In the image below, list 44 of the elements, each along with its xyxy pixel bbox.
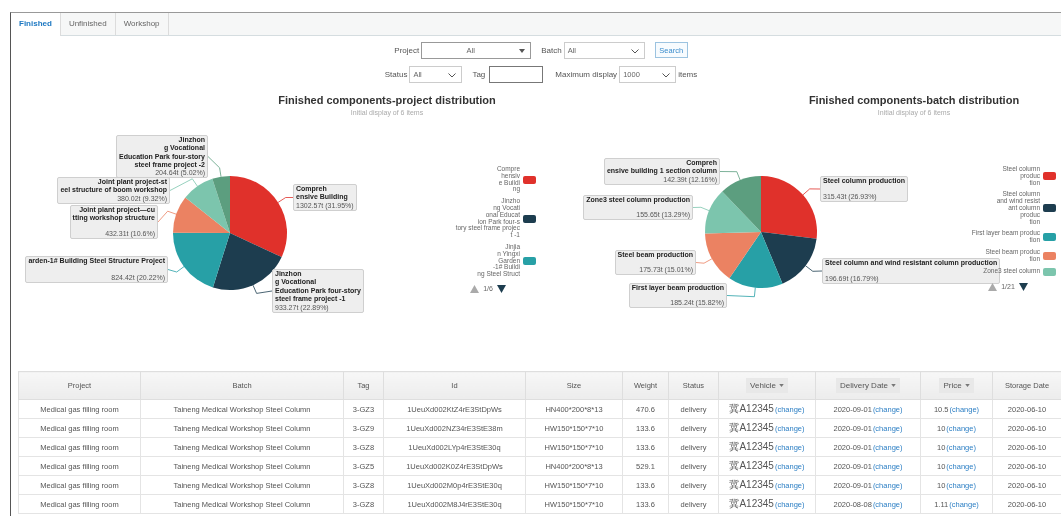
chevron-icon	[662, 72, 671, 78]
tab[interactable]: Unfinished	[60, 13, 116, 35]
caret-icon	[778, 384, 784, 387]
caret-icon	[964, 384, 970, 387]
leader-line	[157, 210, 177, 223]
cell-value: 冀A12345	[729, 498, 774, 509]
leader-line	[692, 206, 710, 212]
column-menu-button[interactable]: Vehicle	[746, 378, 788, 393]
status-label: Status	[384, 69, 408, 79]
items-label: items	[678, 69, 698, 79]
leader-line	[805, 265, 823, 272]
leader-line	[726, 287, 756, 298]
leader-line	[169, 178, 198, 191]
tab[interactable]: Workshop	[115, 13, 169, 35]
column-menu-button[interactable]: Delivery Date	[836, 378, 900, 393]
leader-line	[167, 266, 185, 273]
leader-line	[719, 171, 741, 181]
tag-label: Tag	[472, 69, 486, 79]
chevron-icon	[448, 72, 457, 78]
batch-label: Batch	[541, 45, 562, 55]
tag-input-field[interactable]	[489, 65, 544, 83]
page-down-icon[interactable]	[496, 284, 506, 293]
cell-value: 冀A12345	[729, 441, 774, 452]
page-up-icon[interactable]	[988, 282, 998, 291]
leader-line	[252, 284, 273, 294]
caret-icon	[519, 48, 526, 53]
leader-line	[695, 258, 713, 264]
cell-value: 冀A12345	[729, 422, 774, 433]
leader-line	[802, 188, 821, 196]
tab[interactable]: Finished	[11, 13, 61, 36]
page-down-icon[interactable]	[1018, 282, 1028, 291]
cell-value: 冀A12345	[729, 479, 774, 490]
leader-line	[207, 156, 222, 178]
caret-icon	[891, 384, 896, 387]
column-menu-button[interactable]: Price	[939, 378, 974, 393]
chart-title: Finished components-batch distribution	[807, 94, 1021, 106]
page-up-icon[interactable]	[470, 284, 480, 293]
leader-line	[277, 197, 294, 203]
project-label: Project	[394, 45, 420, 55]
maximum-display-label: Maximum display	[555, 69, 618, 79]
cell-value: 冀A12345	[729, 403, 774, 414]
chevron-icon	[630, 48, 639, 54]
cell-value: 冀A12345	[729, 460, 774, 471]
chart-title: Finished components-project distribution	[277, 94, 497, 106]
